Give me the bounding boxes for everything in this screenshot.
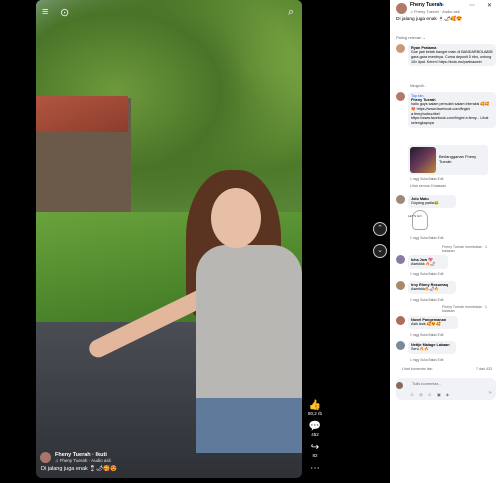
- comment-text: Seru 🔥🔥: [411, 347, 429, 351]
- share-icon: ↪: [310, 442, 320, 453]
- comment-text: Aseekkk🔥🌶🔥: [411, 287, 439, 291]
- sticker-label: LET'S GO: [408, 214, 422, 218]
- comment-text: Asekkkk 🔥🌶: [411, 262, 436, 266]
- previous-video-button[interactable]: ⌃: [373, 222, 387, 236]
- comment-text: Gue jadi betah banget main di BANDARBOLA…: [411, 50, 493, 64]
- close-icon[interactable]: ✕: [487, 2, 492, 9]
- post-caption: Di jalang juga enak 🍷🌶🥰😍: [396, 17, 463, 22]
- commenter-avatar[interactable]: [396, 195, 405, 204]
- creator-audio[interactable]: ♫ Fheny Tuerah · Audio asli: [55, 458, 111, 463]
- comment-bubble: Nettje Malage Lakaan Seru 🔥🔥: [408, 341, 456, 354]
- like-count: 80,2 rb: [307, 411, 322, 416]
- like-icon: 👍: [308, 400, 322, 411]
- comment-text: Goyang padia😂: [411, 201, 439, 205]
- comment-bubble: Irny Rinny Rosumaq Aseekkk🔥🌶🔥: [408, 281, 456, 294]
- more-comments-link[interactable]: Lihat komentar lain: [402, 367, 432, 371]
- comment-meta: 1 mgg Suka Balas Edit: [410, 177, 444, 181]
- settings-icon[interactable]: ⊙: [60, 6, 69, 19]
- menu-icon[interactable]: ≡: [42, 6, 48, 18]
- video-creator[interactable]: Fheny Tuerah · Ikuti ♫ Fheny Tuerah · Au…: [40, 452, 111, 463]
- share-action[interactable]: ↪ 82: [304, 442, 326, 458]
- comment-meta: 1 mgg Suka Balas Edit: [410, 272, 444, 276]
- commenter-avatar[interactable]: [396, 341, 405, 350]
- subscribe-thumbnail: [410, 147, 436, 173]
- commenter-avatar[interactable]: [396, 316, 405, 325]
- comment-icon: 💬: [308, 421, 322, 432]
- like-action[interactable]: 👍 80,2 rb: [304, 400, 326, 416]
- video-pane: ≡ ⊙ ⌕ Fheny Tuerah · Ikuti ♫ Fheny Tuera…: [0, 0, 390, 483]
- video-actions: 👍 80,2 rb 💬 452 ↪ 82 ⋯: [304, 400, 326, 479]
- comments-panel: ⧉ Fheny Tuerah · Ikuti ♫ Fheny Tuerah · …: [390, 0, 500, 483]
- comment-bubble: Icha Jow 💖 Asekkkk 🔥🌶: [408, 255, 448, 269]
- comment-bubble: Jolo Matu Goyang padia😂: [408, 195, 456, 208]
- replied-link[interactable]: Fheny Tuerah membalas · 1 balasan: [442, 245, 500, 253]
- input-tool-icons[interactable]: ☺ ◎ ☺ ▣ ◈: [410, 392, 451, 397]
- commenter-avatar[interactable]: [396, 255, 405, 264]
- comment-meta: 1 mgg Suka Balas Edit: [410, 236, 444, 240]
- send-icon[interactable]: ➤: [488, 390, 492, 396]
- commenter-avatar[interactable]: [396, 281, 405, 290]
- search-icon[interactable]: ⌕: [288, 6, 294, 19]
- comment-input[interactable]: Tulis komentar...: [412, 381, 441, 386]
- person-shorts: [196, 398, 302, 453]
- share-count: 82: [312, 453, 318, 458]
- subscribe-text: Berlangganan Fheny Tuerah: [439, 154, 477, 164]
- creator-avatar[interactable]: [40, 452, 51, 463]
- person-face: [211, 188, 261, 248]
- commenter-avatar[interactable]: [396, 92, 405, 101]
- comment-meta: Mengedit...: [410, 84, 427, 88]
- comment-meta: 1 mgg Suka Balas Edit: [410, 333, 444, 337]
- comment-meta: 1 mgg Suka Balas Edit: [410, 358, 444, 362]
- comment-sticker: [412, 210, 428, 230]
- video-background-roof: [36, 96, 128, 132]
- user-avatar: [396, 382, 403, 389]
- comment-meta: 1 mgg Suka Balas Edit: [410, 298, 444, 302]
- person-shirt: [196, 245, 302, 410]
- comment-count: 452: [311, 432, 319, 437]
- comment-text: hallo guys salam pemulah salam interaksi…: [411, 102, 490, 126]
- author-audio[interactable]: ♫ Fheny Tuerah · Audio asli: [410, 9, 459, 14]
- options-icon[interactable]: ⋯: [469, 2, 475, 9]
- post-header: Fheny Tuerah · Ikuti ♫ Fheny Tuerah · Au…: [390, 0, 500, 28]
- more-icon: ⋯: [310, 463, 320, 474]
- commenter-avatar[interactable]: [396, 44, 405, 53]
- video-player[interactable]: ≡ ⊙ ⌕ Fheny Tuerah · Ikuti ♫ Fheny Tuera…: [36, 0, 302, 478]
- comment-bubble: Ryan Pratama Gue jadi betah banget main …: [408, 44, 496, 67]
- subscribe-card[interactable]: Berlangganan Fheny Tuerah: [408, 145, 488, 175]
- replied-link[interactable]: Fheny Tuerah membalas · 1 balasan: [442, 305, 500, 313]
- sort-dropdown[interactable]: Paling relevan ⌄: [396, 35, 426, 40]
- comment-bubble: Top fan Fheny Tuerah hallo guys salam pe…: [408, 92, 496, 128]
- video-caption: Di jalang juga enak 🍷🌶🥰😍: [41, 466, 117, 472]
- author-avatar[interactable]: [396, 3, 407, 14]
- comment-input-bar: Tulis komentar... ☺ ◎ ☺ ▣ ◈ ➤: [396, 378, 496, 400]
- comment-bubble: Novel Pangemanan Asik Asik 🥰😍🥰: [408, 316, 458, 329]
- view-replies-link[interactable]: Lihat semua 9 balasan: [410, 184, 446, 188]
- comment-action[interactable]: 💬 452: [304, 421, 326, 437]
- next-video-button[interactable]: ⌄: [373, 244, 387, 258]
- follow-link[interactable]: · Ikuti: [434, 2, 444, 7]
- more-action[interactable]: ⋯: [304, 463, 326, 474]
- video-navigation: ⌃ ⌄: [373, 222, 387, 266]
- comment-text: Asik Asik 🥰😍🥰: [411, 322, 441, 326]
- comment-page-count: 7 dari 433: [476, 367, 492, 371]
